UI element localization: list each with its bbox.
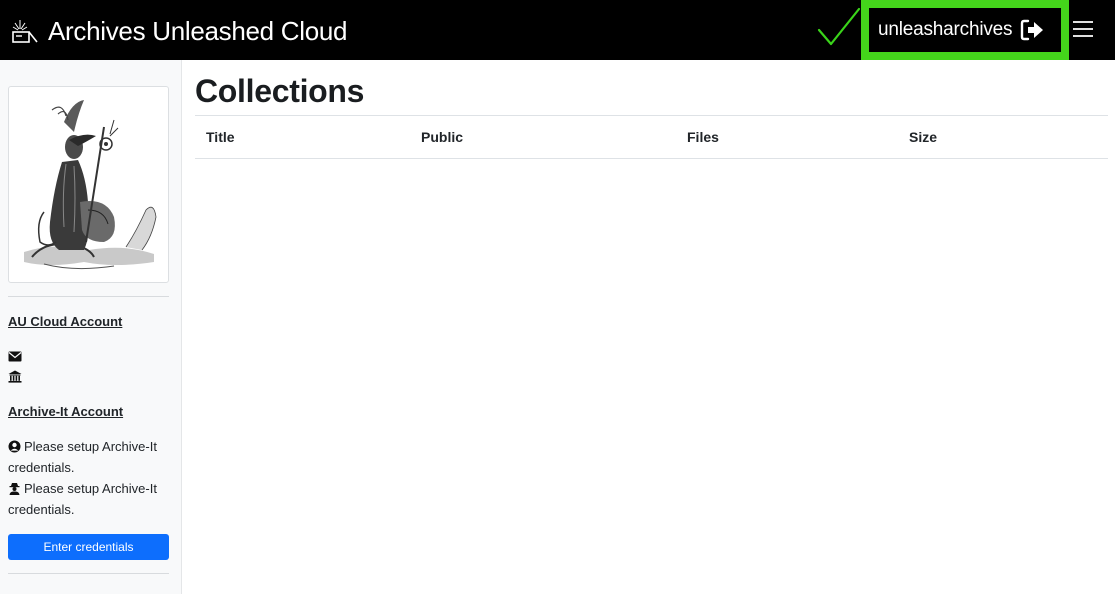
brand-logo-icon	[12, 20, 38, 43]
credential-notice-text: Please setup Archive-It credentials.	[8, 481, 157, 517]
column-header-size[interactable]: Size	[909, 129, 937, 145]
sidebar: AU Cloud Account Archive-It Account Plea…	[0, 60, 182, 594]
user-account-link[interactable]: unleasharchives	[861, 0, 1069, 60]
brand-link[interactable]: Archives Unleashed Cloud	[11, 14, 348, 48]
archive-it-password-notice: Please setup Archive-It credentials.	[8, 478, 168, 520]
column-header-public[interactable]: Public	[421, 129, 463, 145]
user-secret-icon	[9, 483, 20, 495]
page-title: Collections	[195, 73, 365, 109]
sidebar-divider	[8, 296, 169, 297]
logout-icon[interactable]	[1020, 19, 1044, 41]
hamburger-menu-icon[interactable]	[1071, 17, 1095, 41]
credential-notice-text: Please setup Archive-It credentials.	[8, 439, 157, 475]
archive-it-account-link[interactable]: Archive-It Account	[8, 404, 123, 419]
top-navbar: Archives Unleashed Cloud unleasharchives	[0, 0, 1115, 60]
enter-credentials-button[interactable]: Enter credentials	[8, 534, 169, 560]
profile-illustration	[24, 100, 157, 270]
institution-icon	[8, 370, 22, 383]
user-circle-icon	[8, 440, 21, 453]
envelope-icon	[8, 351, 22, 362]
brand-title: Archives Unleashed Cloud	[48, 16, 348, 46]
column-header-title[interactable]: Title	[206, 129, 235, 145]
au-cloud-account-link[interactable]: AU Cloud Account	[8, 314, 122, 329]
archive-it-username-notice: Please setup Archive-It credentials.	[8, 436, 168, 478]
profile-image	[8, 86, 169, 283]
collections-table: Title Public Files Size	[195, 115, 1108, 159]
username-label: unleasharchives	[878, 19, 1013, 40]
checkmark-icon	[817, 7, 861, 46]
sidebar-divider	[8, 573, 169, 574]
column-header-files[interactable]: Files	[687, 129, 719, 145]
